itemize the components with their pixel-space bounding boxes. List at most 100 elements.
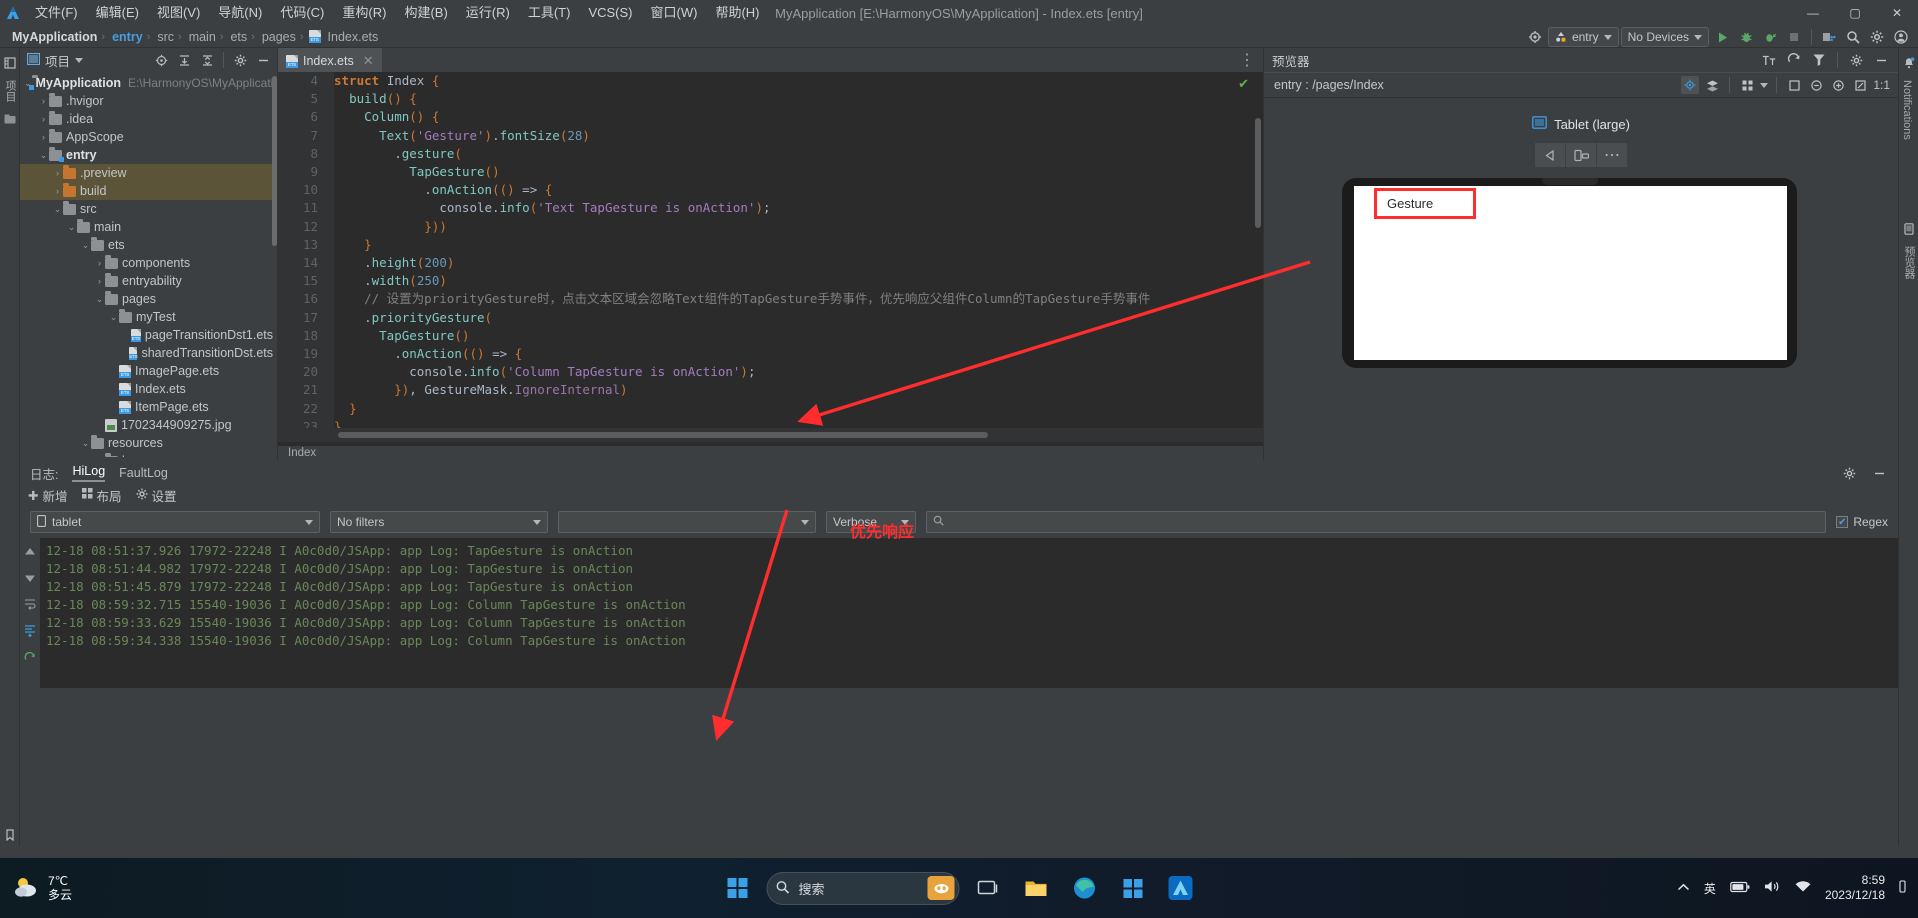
tree-node[interactable]: ›entryability xyxy=(20,272,277,290)
log-add-action[interactable]: ✚ 新增 xyxy=(28,486,68,505)
menu-refactor[interactable]: 重构(R) xyxy=(333,0,395,26)
tray-expand-icon[interactable] xyxy=(1677,881,1690,895)
zoom-in-icon[interactable] xyxy=(1829,76,1847,94)
menu-edit[interactable]: 编辑(E) xyxy=(87,0,148,26)
more-options-button[interactable]: ⋯ xyxy=(1597,143,1627,167)
menu-help[interactable]: 帮助(H) xyxy=(706,0,768,26)
collapse-all-icon[interactable] xyxy=(196,49,218,71)
right-tab-notifications[interactable]: Notifications xyxy=(1899,74,1915,146)
tree-node[interactable]: ⌄ets xyxy=(20,236,277,254)
breadcrumb-item-file[interactable]: Index.ets xyxy=(324,30,380,44)
expand-all-icon[interactable] xyxy=(173,49,195,71)
settings-gear-icon[interactable] xyxy=(229,49,251,71)
tree-node[interactable]: ›.hvigor xyxy=(20,92,277,110)
stop-button[interactable] xyxy=(1783,26,1805,48)
chevron-right-icon[interactable]: › xyxy=(94,276,105,286)
tree-node[interactable]: ItemPage.ets xyxy=(20,398,277,416)
battery-icon[interactable] xyxy=(1730,881,1750,896)
close-icon[interactable]: ✕ xyxy=(363,53,374,69)
taskbar-clock[interactable]: 8:59 2023/12/18 xyxy=(1825,873,1885,903)
run-configuration-selector[interactable]: entry xyxy=(1548,27,1619,47)
chevron-down-icon[interactable]: ⌄ xyxy=(66,222,77,233)
chevron-right-icon[interactable]: › xyxy=(38,114,49,124)
hide-tool-window-icon[interactable] xyxy=(252,49,274,71)
chevron-down-icon[interactable]: ⌄ xyxy=(94,294,105,305)
search-icon[interactable] xyxy=(1842,26,1864,48)
hide-tool-window-icon[interactable] xyxy=(1868,462,1890,484)
maximize-button[interactable]: ▢ xyxy=(1834,0,1876,26)
run-button[interactable] xyxy=(1711,26,1733,48)
tree-node[interactable]: ⌄myTest xyxy=(20,308,277,326)
regex-checkbox[interactable]: ✔ Regex xyxy=(1836,515,1888,529)
filter-select[interactable]: No filters xyxy=(330,511,548,533)
menu-window[interactable]: 窗口(W) xyxy=(642,0,707,26)
chevron-down-icon[interactable]: ⌄ xyxy=(80,438,91,449)
hide-tool-window-icon[interactable] xyxy=(1870,49,1892,71)
notification-center-icon[interactable] xyxy=(1899,880,1906,896)
inspection-status-icon[interactable]: ✔ xyxy=(1238,76,1249,92)
soft-wrap-icon[interactable] xyxy=(24,597,36,615)
breadcrumb-item-entry[interactable]: entry xyxy=(108,30,144,44)
taskbar-search-box[interactable]: 搜索 xyxy=(767,872,960,905)
log-search-input[interactable] xyxy=(926,511,1826,533)
previewer-icon[interactable] xyxy=(1899,218,1918,240)
task-view-button[interactable] xyxy=(970,869,1008,907)
bookmarks-icon[interactable] xyxy=(0,824,20,846)
gesture-text-highlight[interactable]: Gesture xyxy=(1374,188,1476,219)
editor-vertical-scrollbar[interactable] xyxy=(1255,118,1261,228)
settings-gear-icon[interactable] xyxy=(1838,462,1860,484)
breadcrumb-item-ets[interactable]: ets xyxy=(226,30,248,44)
volume-icon[interactable] xyxy=(1764,880,1781,896)
chevron-down-icon[interactable]: ⌄ xyxy=(108,312,119,323)
left-tab-project[interactable]: 项目 xyxy=(0,74,20,108)
log-output[interactable]: 12-18 08:51:37.926 17972-22248 I A0c0d0/… xyxy=(20,538,1898,688)
network-icon[interactable] xyxy=(1795,880,1811,896)
breadcrumb-item-project[interactable]: MyApplication xyxy=(8,30,98,44)
previewer-canvas[interactable]: Tablet (large) ⋯ Gesture xyxy=(1264,98,1898,458)
chevron-right-icon[interactable]: › xyxy=(38,96,49,106)
structure-tool-icon[interactable] xyxy=(0,108,20,130)
process-select[interactable] xyxy=(558,511,816,533)
tree-node[interactable]: ›AppScope xyxy=(20,128,277,146)
tree-node[interactable]: ⌄resources xyxy=(20,434,277,452)
project-tree[interactable]: ⌄MyApplicationE:\HarmonyOS\MyApplicatio›… xyxy=(20,72,277,457)
tree-node[interactable]: ›.preview xyxy=(20,164,277,182)
tree-node[interactable]: pageTransitionDst1.ets xyxy=(20,326,277,344)
log-layout-action[interactable]: 布局 xyxy=(82,486,122,505)
multi-device-icon[interactable] xyxy=(1738,76,1756,94)
breadcrumb-item-pages[interactable]: pages xyxy=(258,30,297,44)
settings-gear-icon[interactable] xyxy=(1866,26,1888,48)
zoom-level-label[interactable]: 1:1 xyxy=(1873,78,1890,92)
rotate-device-button[interactable] xyxy=(1566,143,1596,167)
weather-widget[interactable]: 7℃ 多云 xyxy=(0,874,72,902)
chevron-right-icon[interactable]: › xyxy=(52,168,63,178)
breadcrumb-item-main[interactable]: main xyxy=(185,30,217,44)
tree-node[interactable]: ⌄entry xyxy=(20,146,277,164)
tree-node[interactable]: ImagePage.ets xyxy=(20,362,277,380)
notifications-bell-icon[interactable] xyxy=(1899,52,1918,74)
chevron-down-icon[interactable]: ⌄ xyxy=(80,240,91,251)
scroll-from-source-icon[interactable] xyxy=(150,49,172,71)
debug-button[interactable] xyxy=(1735,26,1757,48)
menu-vcs[interactable]: VCS(S) xyxy=(579,0,641,26)
editor-options-icon[interactable]: ⋮ xyxy=(1239,48,1263,72)
tree-node[interactable]: 1702344909275.jpg xyxy=(20,416,277,434)
chevron-right-icon[interactable]: › xyxy=(94,258,105,268)
menu-run[interactable]: 运行(R) xyxy=(457,0,519,26)
chevron-down-icon[interactable] xyxy=(1760,83,1768,88)
minimize-button[interactable]: — xyxy=(1792,0,1834,26)
log-tab-hilog[interactable]: HiLog xyxy=(72,464,105,482)
text-size-icon[interactable] xyxy=(1758,49,1780,71)
store-button[interactable] xyxy=(1114,869,1152,907)
tree-node[interactable]: ⌄pages xyxy=(20,290,277,308)
file-explorer-button[interactable] xyxy=(1018,869,1056,907)
tree-node[interactable]: ›components xyxy=(20,254,277,272)
project-tool-icon[interactable] xyxy=(0,52,20,74)
code-area[interactable]: 4567891011121314151617181920212223 struc… xyxy=(278,72,1263,442)
restart-log-icon[interactable] xyxy=(24,651,36,669)
menu-view[interactable]: 视图(V) xyxy=(148,0,209,26)
project-tree-scrollbar[interactable] xyxy=(272,76,277,246)
back-button[interactable] xyxy=(1535,143,1565,167)
tree-node[interactable]: ›build xyxy=(20,182,277,200)
menu-tools[interactable]: 工具(T) xyxy=(519,0,580,26)
